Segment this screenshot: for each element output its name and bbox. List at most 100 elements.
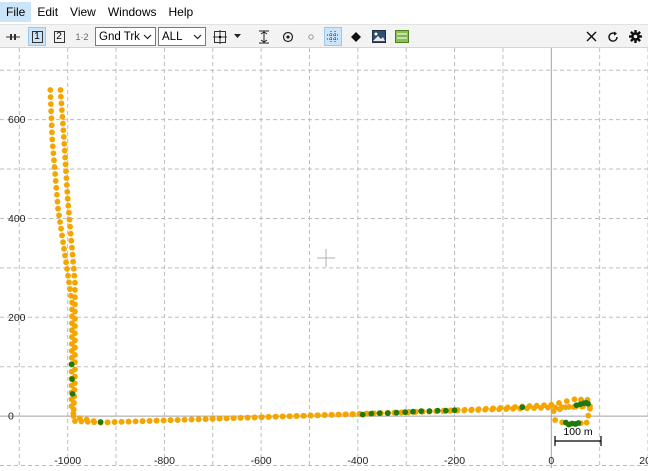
track-point (62, 154, 69, 161)
track-point (67, 230, 74, 237)
track-point (71, 400, 77, 406)
chevron-down-icon (193, 34, 202, 39)
x-tick-label: -600 (251, 455, 272, 467)
track-point (59, 113, 66, 120)
diamond-marker-icon[interactable] (347, 27, 365, 46)
track-point (64, 195, 71, 202)
track-point (216, 415, 223, 422)
track-point (188, 416, 195, 423)
track-point (62, 161, 69, 168)
track-point (496, 406, 502, 413)
track-point (244, 414, 251, 421)
track-point (64, 188, 71, 195)
plot-2-label: 2 (53, 30, 65, 43)
track-point (279, 413, 286, 420)
track-point (57, 87, 64, 93)
track-point (328, 411, 335, 418)
track-point (64, 266, 70, 272)
center-menu-chevron-icon[interactable] (232, 27, 242, 46)
plot-1-button[interactable]: 1 (28, 27, 46, 46)
scale-bar-label: 100 m (563, 426, 592, 438)
plot-1-2-label: 1·2 (75, 31, 89, 42)
track-point-secondary (585, 400, 591, 407)
track-point (90, 418, 97, 424)
track-point-secondary (97, 419, 104, 425)
grid-toggle-icon[interactable] (324, 27, 342, 46)
menu-view[interactable]: View (64, 2, 102, 22)
track-point (49, 129, 55, 136)
track-point (72, 418, 78, 424)
track-point (57, 219, 63, 225)
grip-icon[interactable] (4, 27, 22, 46)
track-point (195, 416, 202, 423)
menu-windows[interactable]: Windows (102, 2, 163, 22)
track-point-secondary (68, 361, 75, 368)
track-point (335, 411, 342, 418)
track-point (307, 412, 314, 419)
track-point (552, 404, 558, 411)
track-point (566, 404, 572, 410)
filter-select[interactable]: ALL (158, 27, 206, 46)
track-point (251, 414, 258, 421)
plot-2-button[interactable]: 2 (50, 27, 68, 46)
track-point (209, 415, 216, 422)
target-icon[interactable] (279, 27, 297, 46)
track-point (286, 413, 293, 420)
track-point (48, 122, 55, 129)
track-point (174, 417, 181, 423)
menu-help[interactable]: Help (163, 2, 200, 22)
track-point (111, 419, 118, 425)
track-point (53, 191, 60, 198)
x-tick-label: 0 (548, 455, 554, 467)
image-overlay-icon[interactable] (370, 27, 388, 46)
track-point (524, 405, 530, 412)
refresh-icon[interactable] (604, 27, 622, 46)
track-point (510, 405, 516, 412)
track-point (237, 414, 244, 421)
plot-type-select[interactable]: Gnd Trk (95, 27, 156, 46)
track-point (132, 418, 139, 425)
track-point-secondary (434, 407, 441, 414)
track-point-secondary (376, 410, 383, 417)
track-point (52, 171, 59, 177)
map-overlay-icon[interactable] (393, 27, 411, 46)
track-point (50, 150, 57, 157)
track-point (65, 272, 71, 279)
track-point (272, 413, 279, 420)
track-point (48, 108, 55, 115)
track-point (585, 412, 592, 419)
track-point (230, 415, 237, 422)
track-point (59, 120, 66, 127)
small-circle-icon[interactable] (302, 27, 320, 46)
fit-vertical-icon[interactable] (255, 27, 273, 46)
track-point (72, 344, 78, 351)
plot-1-label: 1 (31, 30, 43, 43)
track-point (72, 315, 78, 322)
track-point (63, 175, 70, 182)
track-point (63, 182, 70, 188)
track-point (153, 417, 160, 424)
track-point (265, 414, 272, 420)
track-point (47, 94, 54, 100)
menu-edit[interactable]: Edit (31, 2, 64, 22)
track-point (72, 301, 78, 308)
track-point (468, 407, 475, 414)
track-point-secondary (426, 408, 433, 415)
plot-area[interactable]: -1000 -800 -600 -400 -200 0 200 0 200 400 600 100 … (0, 48, 648, 468)
track-point (321, 412, 328, 418)
track-point (58, 225, 64, 232)
track-point-secondary (402, 409, 409, 416)
track-point (66, 279, 72, 286)
track-point (49, 136, 56, 143)
plot-1-2-button[interactable]: 1·2 (72, 27, 92, 46)
track-point (54, 198, 61, 205)
menu-file[interactable]: File (0, 2, 32, 22)
gear-icon[interactable] (626, 27, 644, 46)
close-icon[interactable] (582, 27, 600, 46)
track-point (559, 404, 565, 411)
track-point (72, 279, 78, 286)
ground-track-chart[interactable]: -1000 -800 -600 -400 -200 0 200 0 200 400 600 100 … (0, 48, 648, 468)
center-origin-icon[interactable] (211, 27, 229, 46)
track-point (60, 134, 67, 140)
track-point (72, 287, 78, 293)
